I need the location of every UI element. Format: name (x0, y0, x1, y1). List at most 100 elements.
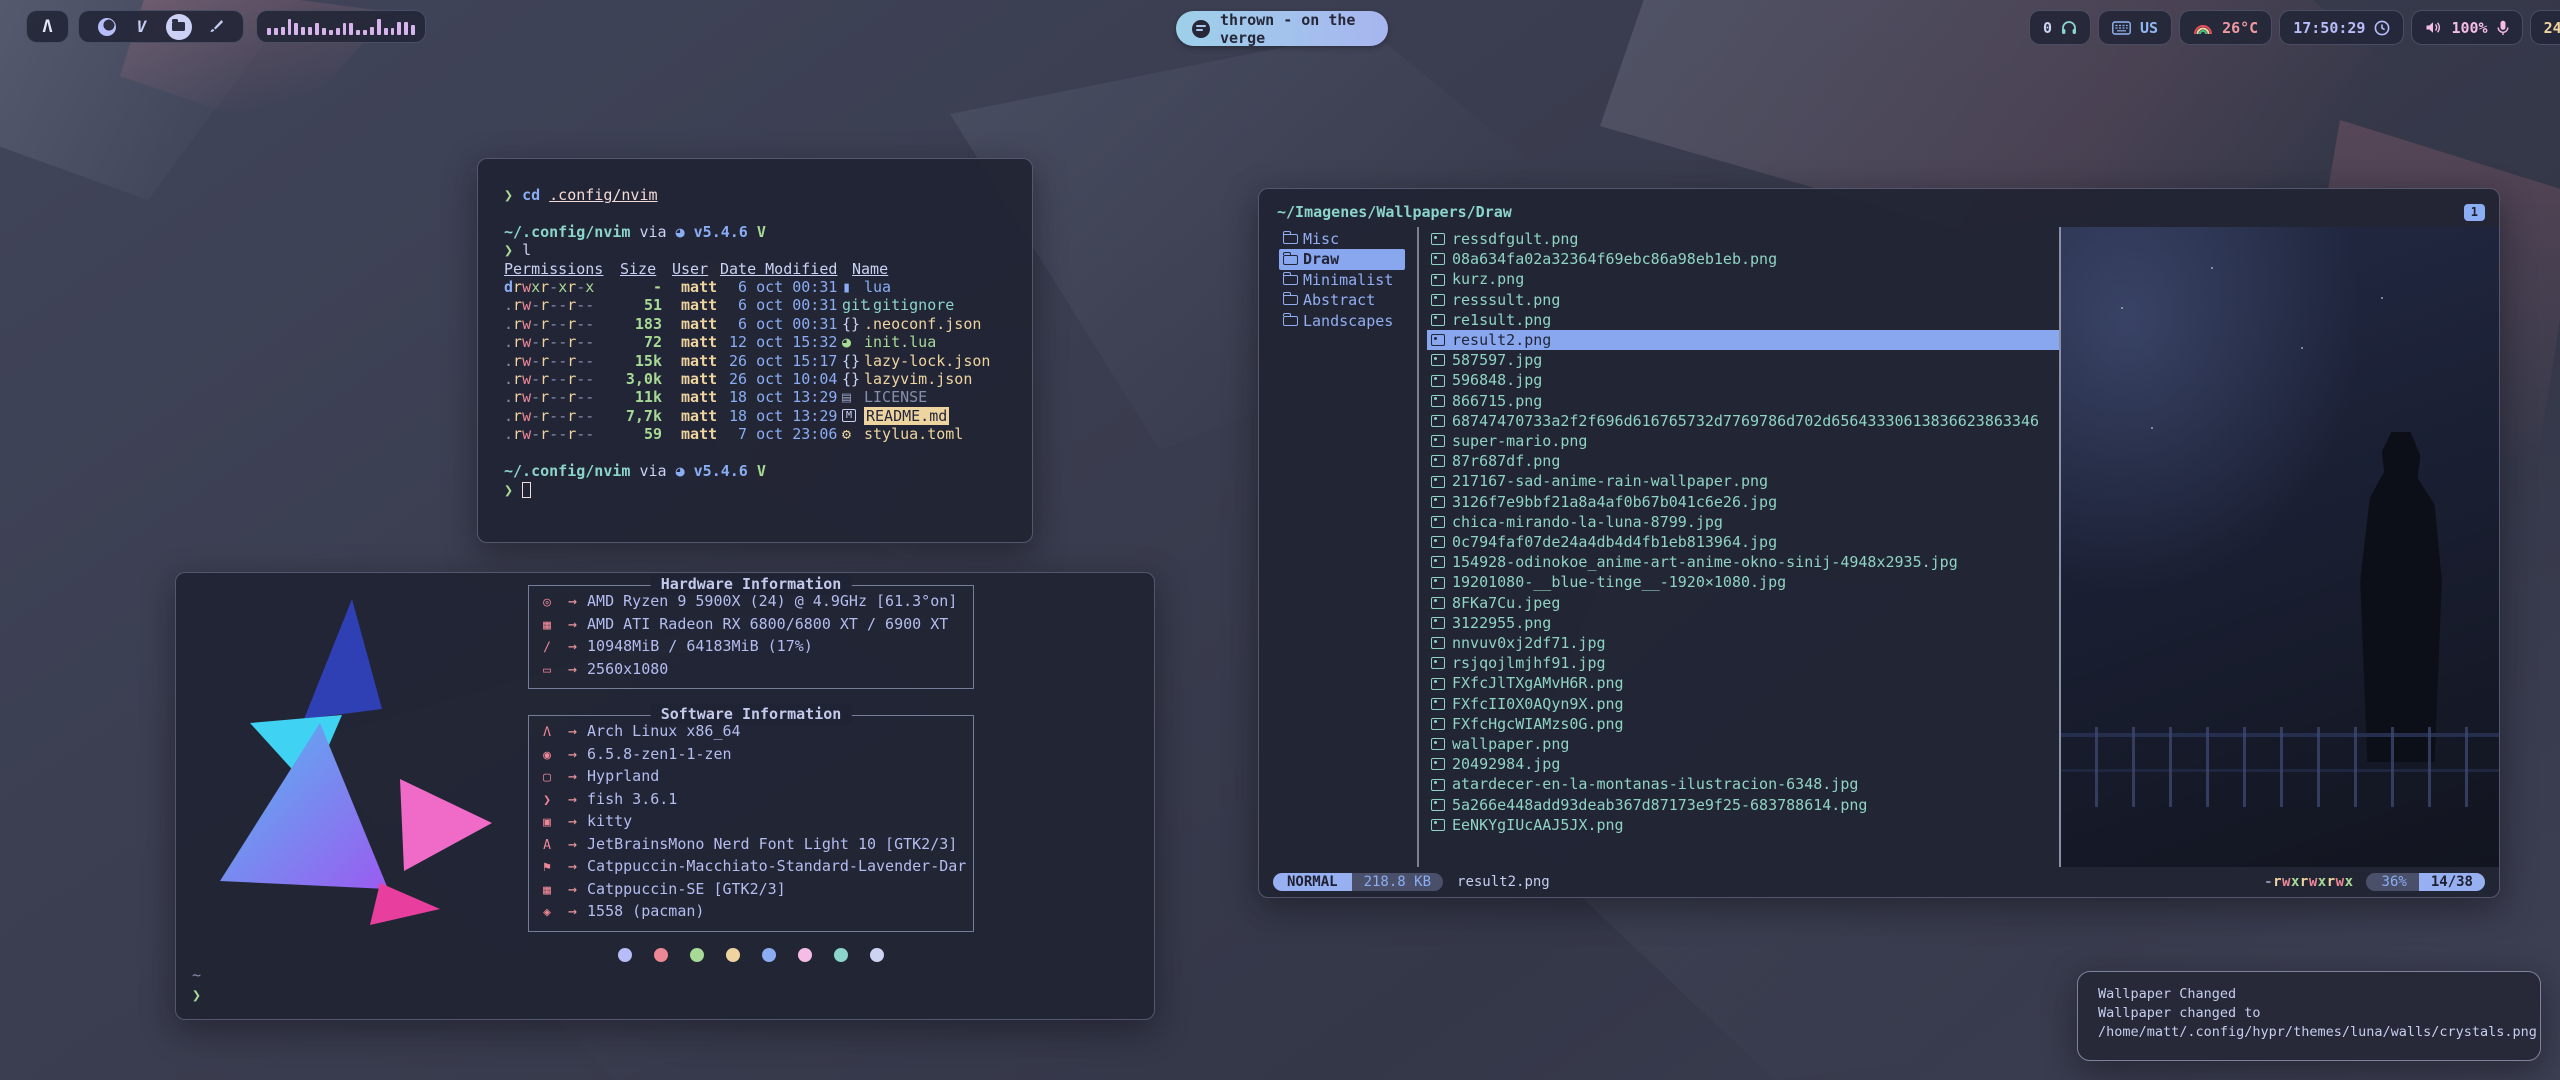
terminal-window[interactable]: ❯ cd .config/nvim ~/.config/nvim via ◕ v… (477, 158, 1033, 543)
filename-cell: .neoconf.json (864, 315, 981, 333)
sidebar-item-label: Abstract (1303, 290, 1375, 310)
clock-widget[interactable]: 17:50:29 (2279, 10, 2404, 45)
file-row[interactable]: resssult.png (1427, 290, 2059, 310)
fetch-entry: ◈→1558 (pacman) (536, 901, 966, 924)
file-row[interactable]: 19201080-__blue-tinge__-1920×1080.jpg (1427, 572, 2059, 592)
fetch-window[interactable]: Hardware Information ◎→AMD Ryzen 9 5900X… (175, 572, 1155, 1020)
sidebar-item-minimalist[interactable]: Minimalist (1279, 270, 1405, 290)
file-row[interactable]: 5a266e448add93deab367d87173e9f25-6837886… (1427, 795, 2059, 815)
file-row[interactable]: rsjqojlmjhf91.jpg (1427, 653, 2059, 673)
cava-bar (336, 28, 340, 35)
file-name: super-mario.png (1452, 431, 1587, 451)
date-cell: 7 oct 23:06 (720, 425, 842, 443)
breadcrumb-path: ~/Imagenes/Wallpapers/Draw (1277, 203, 1512, 221)
ls-row: .rw-r--r--3,0k matt 26 oct 10:04{}lazyvi… (504, 370, 1006, 388)
image-file-icon (1431, 334, 1445, 346)
system-tray: 0 US 26°C 17:50:29 100% 24 (2029, 10, 2560, 45)
folder-icon (1283, 316, 1298, 326)
file-row[interactable]: 596848.jpg (1427, 370, 2059, 390)
scroll-percent: 36% (2366, 873, 2419, 891)
arrow-icon: → (568, 744, 577, 765)
cava-bar (322, 28, 326, 35)
file-row[interactable]: ressdfgult.png (1427, 229, 2059, 249)
user-cell: matt (672, 352, 720, 370)
date-cell: 6 oct 00:31 (720, 315, 842, 333)
logo-triangle-magenta (370, 883, 440, 925)
ls-row: .rw-r--r--59 matt 7 oct 23:06⚙stylua.tom… (504, 425, 1006, 443)
firefox-icon[interactable] (96, 16, 118, 38)
file-row[interactable]: super-mario.png (1427, 431, 2059, 451)
weather-widget[interactable]: 26°C (2179, 10, 2272, 45)
fetch-entry: ⚑→Catppuccin-Macchiato-Standard-Lavender… (536, 856, 966, 879)
cpu-icon: ◎ (536, 593, 558, 614)
layout-label: US (2140, 19, 2158, 37)
size-cell: 183 (620, 315, 662, 333)
cava-bar (308, 27, 312, 35)
font-icon: A (536, 836, 558, 857)
file-row[interactable]: 8FKa7Cu.jpeg (1427, 593, 2059, 613)
file-row[interactable]: 217167-sad-anime-rain-wallpaper.png (1427, 471, 2059, 491)
music-widget[interactable]: thrown - on the verge (1176, 11, 1388, 46)
file-row[interactable]: 3122955.png (1427, 613, 2059, 633)
brush-icon[interactable] (205, 16, 227, 38)
file-row[interactable]: 154928-odinokoe_anime-art-anime-okno-sin… (1427, 552, 2059, 572)
cava-bar (343, 23, 347, 35)
sidebar-item-misc[interactable]: Misc (1279, 229, 1405, 249)
permissions-cell: .rw-r--r-- (504, 425, 620, 443)
file-row[interactable]: 3126f7e9bbf21a8a4af0b67b041c6e26.jpg (1427, 492, 2059, 512)
file-row[interactable]: result2.png (1427, 330, 2059, 350)
file-row[interactable]: 587597.jpg (1427, 350, 2059, 370)
file-row[interactable]: chica-mirando-la-luna-8799.jpg (1427, 512, 2059, 532)
file-row[interactable]: re1sult.png (1427, 310, 2059, 330)
sidebar-item-draw[interactable]: Draw (1279, 249, 1405, 269)
rainbow-icon (2193, 20, 2213, 35)
file-row[interactable]: 866715.png (1427, 391, 2059, 411)
prompt-symbol: ❯ (504, 241, 513, 259)
file-row[interactable]: 68747470733a2f2f696d616765732d7769786d70… (1427, 411, 2059, 431)
cava-bar (411, 25, 415, 35)
file-row[interactable]: FXfcHgcWIAMzs0G.png (1427, 714, 2059, 734)
ls-header-cell: Size (620, 260, 662, 278)
vim-icon[interactable]: V (131, 16, 153, 38)
file-row[interactable]: atardecer-en-la-montanas-ilustracion-634… (1427, 774, 2059, 794)
file-row[interactable]: EeNKYgIUcAAJ5JX.png (1427, 815, 2059, 835)
lua-icon: ◕ (676, 223, 685, 241)
microphone-icon (2497, 20, 2509, 36)
ls-header-cell: Name (852, 260, 888, 278)
fetch-tilde: ~ (192, 965, 201, 985)
image-file-icon (1431, 577, 1445, 589)
filename-cell: lua (864, 278, 891, 296)
image-file-icon (1431, 779, 1445, 791)
image-file-icon (1431, 455, 1445, 467)
launcher-button[interactable]: Λ (26, 10, 69, 43)
ls-row: .rw-r--r--183 matt 6 oct 00:31{}.neoconf… (504, 315, 1006, 333)
clients-widget[interactable]: 0 (2029, 10, 2091, 45)
file-row[interactable]: kurz.png (1427, 269, 2059, 289)
volume-widget[interactable]: 100% (2411, 10, 2522, 45)
files-icon[interactable] (166, 14, 192, 40)
date-cell: 12 oct 15:32 (720, 333, 842, 351)
sidebar-item-abstract[interactable]: Abstract (1279, 290, 1405, 310)
sidebar-item-landscapes[interactable]: Landscapes (1279, 311, 1405, 331)
notification-popup[interactable]: Wallpaper Changed Wallpaper changed to /… (2077, 971, 2541, 1061)
file-row[interactable]: nnvuv0xj2df71.jpg (1427, 633, 2059, 653)
file-row[interactable]: FXfcII0X0AQyn9X.png (1427, 694, 2059, 714)
theme-icon: ⚑ (536, 858, 558, 879)
fetch-entry: ▢→Hyprland (536, 766, 966, 789)
folder-icon (1283, 275, 1298, 285)
file-row[interactable]: 87r687df.png (1427, 451, 2059, 471)
file-name: 596848.jpg (1452, 370, 1542, 390)
file-row[interactable]: 20492984.jpg (1427, 754, 2059, 774)
file-manager-window[interactable]: ~/Imagenes/Wallpapers/Draw 1 MiscDrawMin… (1258, 188, 2500, 898)
lua-icon: ◕ (676, 462, 685, 480)
keyboard-layout-widget[interactable]: US (2098, 10, 2172, 45)
user-cell: matt (672, 425, 720, 443)
date-widget[interactable]: 24 (2530, 10, 2560, 45)
music-title: thrown - on the verge (1220, 11, 1372, 47)
volume-label: 100% (2451, 19, 2487, 37)
file-row[interactable]: 08a634fa02a32364f69ebc86a98eb1eb.png (1427, 249, 2059, 269)
image-file-icon (1431, 556, 1445, 568)
file-row[interactable]: 0c794faf07de24a4db4d4fb1eb813964.jpg (1427, 532, 2059, 552)
file-row[interactable]: FXfcJlTXgAMvH6R.png (1427, 673, 2059, 693)
file-row[interactable]: wallpaper.png (1427, 734, 2059, 754)
